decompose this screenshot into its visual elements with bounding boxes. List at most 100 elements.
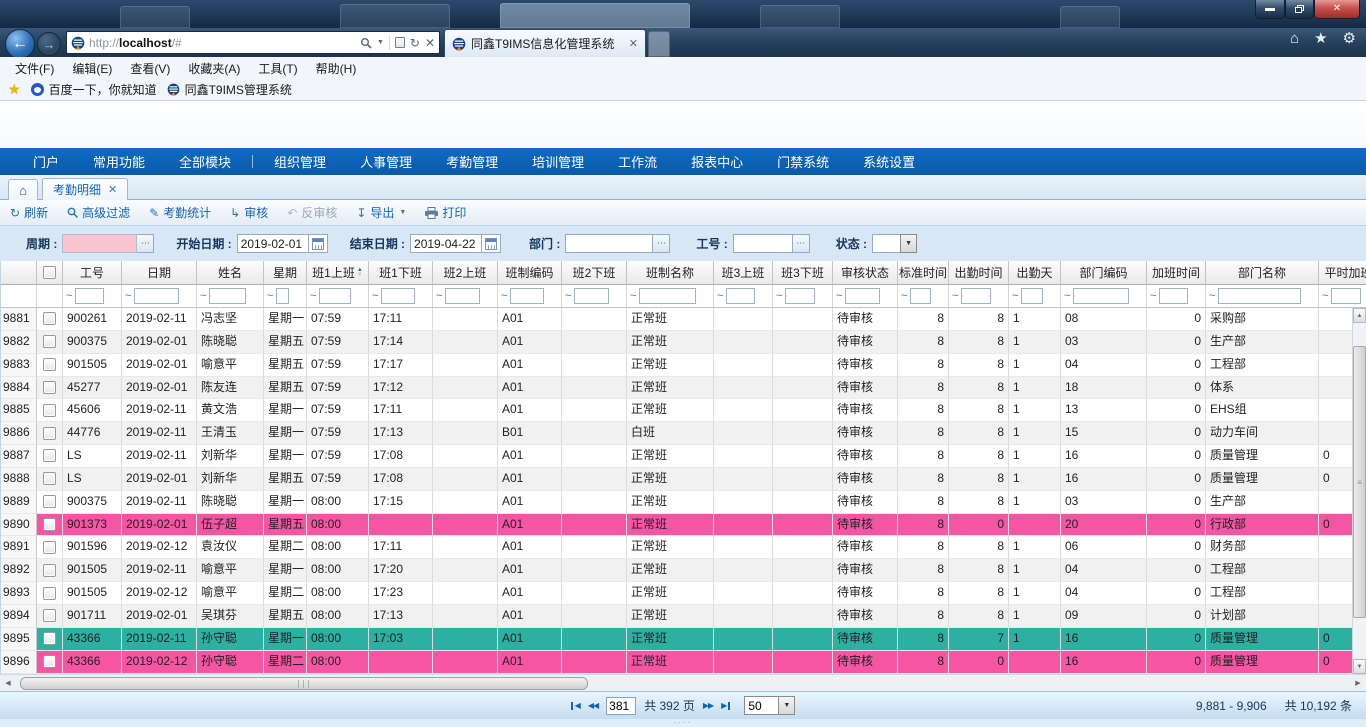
row-checkbox[interactable] bbox=[43, 404, 56, 417]
tab-attendance-detail[interactable]: 考勤明细 ✕ bbox=[42, 178, 128, 200]
row-checkbox[interactable] bbox=[43, 495, 56, 508]
stop-icon[interactable]: ✕ bbox=[425, 36, 435, 50]
export-button[interactable]: ↧导出▼ bbox=[356, 204, 406, 221]
favorite-item-t9ims[interactable]: 同鑫T9IMS管理系统 bbox=[167, 81, 292, 98]
table-row[interactable]: 98929015052019-02-11喻意平星期一08:0017:20A01正… bbox=[1, 559, 1366, 582]
nav-training[interactable]: 培训管理 bbox=[515, 152, 601, 171]
column-filter-input[interactable] bbox=[1218, 288, 1301, 304]
row-checkbox[interactable] bbox=[43, 518, 56, 531]
home-icon[interactable]: ⌂ bbox=[1290, 31, 1299, 46]
table-row[interactable]: 98949017112019-02-01吴琪芬星期五08:0017:13A01正… bbox=[1, 605, 1366, 628]
add-favorite-star-icon[interactable]: ★ bbox=[8, 81, 21, 98]
search-dropdown-icon[interactable]: ▼ bbox=[377, 39, 384, 46]
menu-edit[interactable]: 编辑(E) bbox=[63, 60, 121, 77]
column-header-days[interactable]: 出勤天 bbox=[1009, 261, 1061, 285]
column-header-std[interactable]: 标准时间 bbox=[898, 261, 949, 285]
new-tab-stub[interactable] bbox=[648, 31, 670, 57]
table-row[interactable]: 9886447762019-02-11王清玉星期一07:5917:13B01白班… bbox=[1, 422, 1366, 445]
department-lookup-button[interactable]: ⋯ bbox=[653, 234, 670, 253]
column-header-name[interactable]: 姓名 bbox=[197, 261, 264, 285]
row-checkbox[interactable] bbox=[43, 381, 56, 394]
nav-common-functions[interactable]: 常用功能 bbox=[76, 152, 162, 171]
select-all-checkbox[interactable] bbox=[43, 266, 56, 279]
table-row[interactable]: 98919015962019-02-12袁汝仪星期二08:0017:11A01正… bbox=[1, 536, 1366, 559]
tab-close-icon[interactable]: ✕ bbox=[108, 183, 117, 196]
column-filter-input[interactable] bbox=[910, 288, 931, 304]
table-row[interactable]: 9884452772019-02-01陈友连星期五07:5917:12A01正常… bbox=[1, 377, 1366, 400]
row-checkbox[interactable] bbox=[43, 609, 56, 622]
column-header-ot[interactable]: 加班时间 bbox=[1147, 261, 1206, 285]
column-filter-input[interactable] bbox=[75, 288, 104, 304]
start-date-calendar-button[interactable] bbox=[309, 234, 328, 253]
row-checkbox[interactable] bbox=[43, 335, 56, 348]
nav-system-settings[interactable]: 系统设置 bbox=[846, 152, 932, 171]
column-filter-input[interactable] bbox=[319, 288, 351, 304]
column-header-flat_ot[interactable]: 平时加班 bbox=[1319, 261, 1366, 285]
compatibility-view-icon[interactable] bbox=[395, 37, 405, 48]
column-header-out3[interactable]: 班3下班 bbox=[773, 261, 833, 285]
page-number-input[interactable] bbox=[606, 697, 636, 715]
column-header-in1[interactable]: 班1上班▲▼ bbox=[307, 261, 369, 285]
audit-button[interactable]: ↳审核 bbox=[230, 204, 268, 221]
column-filter-input[interactable] bbox=[209, 288, 246, 304]
window-minimize-button[interactable]: ▬ bbox=[1255, 0, 1285, 19]
column-filter-input[interactable] bbox=[961, 288, 991, 304]
table-row[interactable]: 9888LS2019-02-01刘新华星期五07:5917:08A01正常班待审… bbox=[1, 468, 1366, 491]
row-checkbox[interactable] bbox=[43, 655, 56, 668]
nav-all-modules[interactable]: 全部模块 bbox=[162, 152, 248, 171]
table-row[interactable]: 98899003752019-02-11陈晓聪星期一08:0017:15A01正… bbox=[1, 491, 1366, 514]
attendance-stats-button[interactable]: ✎考勤统计 bbox=[149, 204, 211, 221]
column-filter-input[interactable] bbox=[276, 288, 289, 304]
menu-favorites[interactable]: 收藏夹(A) bbox=[179, 60, 249, 77]
tab-close-icon[interactable]: ✕ bbox=[629, 37, 638, 50]
employee-id-input[interactable] bbox=[733, 234, 793, 253]
row-checkbox[interactable] bbox=[43, 312, 56, 325]
table-row[interactable]: 9896433662019-02-12孙守聪星期二08:00A01正常班待审核8… bbox=[1, 651, 1366, 674]
page-size-dropdown-button[interactable]: ▼ bbox=[778, 696, 795, 715]
favorites-star-icon[interactable]: ★ bbox=[1314, 31, 1327, 46]
table-row[interactable]: 9895433662019-02-11孙守聪星期一08:0017:03A01正常… bbox=[1, 628, 1366, 651]
column-header-shift[interactable]: 班制名称 bbox=[627, 261, 714, 285]
start-date-input[interactable] bbox=[237, 234, 309, 253]
column-filter-input[interactable] bbox=[510, 288, 544, 304]
employee-id-lookup-button[interactable]: ⋯ bbox=[793, 234, 810, 253]
nav-portal[interactable]: 门户 bbox=[16, 152, 76, 171]
row-checkbox[interactable] bbox=[43, 541, 56, 554]
menu-file[interactable]: 文件(F) bbox=[6, 60, 63, 77]
browser-back-button[interactable]: ← bbox=[5, 29, 35, 59]
refresh-button[interactable]: ↻刷新 bbox=[10, 204, 48, 221]
nav-reports[interactable]: 报表中心 bbox=[674, 152, 760, 171]
column-filter-input[interactable] bbox=[845, 288, 880, 304]
vertical-scrollbar[interactable]: ▲ ≡ ▼ bbox=[1352, 308, 1366, 674]
column-filter-input[interactable] bbox=[639, 288, 696, 304]
table-row[interactable]: 98909013732019-02-01伍子超星期五08:00A01正常班待审核… bbox=[1, 514, 1366, 537]
end-date-calendar-button[interactable] bbox=[482, 234, 501, 253]
previous-page-button[interactable]: ◀◀ bbox=[588, 702, 598, 710]
row-checkbox[interactable] bbox=[43, 564, 56, 577]
column-header-dept[interactable]: 部门名称 bbox=[1206, 261, 1319, 285]
column-filter-input[interactable] bbox=[1159, 288, 1188, 304]
column-header-code[interactable]: 班制编码 bbox=[498, 261, 562, 285]
column-header-in2[interactable]: 班2上班 bbox=[433, 261, 498, 285]
column-header-id[interactable]: 工号 bbox=[63, 261, 122, 285]
column-header-in3[interactable]: 班3上班 bbox=[714, 261, 773, 285]
column-header-date[interactable]: 日期 bbox=[122, 261, 197, 285]
column-header-att[interactable]: 出勤时间 bbox=[949, 261, 1009, 285]
menu-help[interactable]: 帮助(H) bbox=[307, 60, 366, 77]
browser-forward-button[interactable]: → bbox=[37, 32, 61, 56]
page-size-value[interactable] bbox=[744, 696, 778, 715]
menu-view[interactable]: 查看(V) bbox=[121, 60, 179, 77]
column-header-week[interactable]: 星期 bbox=[264, 261, 307, 285]
last-page-button[interactable]: ▶ bbox=[721, 702, 730, 710]
end-date-input[interactable] bbox=[410, 234, 482, 253]
window-close-button[interactable]: ✕ bbox=[1314, 0, 1360, 19]
row-checkbox[interactable] bbox=[43, 449, 56, 462]
row-checkbox[interactable] bbox=[43, 587, 56, 600]
scroll-right-button[interactable]: ▶ bbox=[1350, 676, 1366, 691]
status-select-value[interactable] bbox=[872, 234, 900, 253]
row-checkbox[interactable] bbox=[43, 632, 56, 645]
period-input[interactable] bbox=[62, 234, 137, 253]
status-dropdown-button[interactable]: ▼ bbox=[900, 234, 917, 253]
vertical-scrollbar-thumb[interactable]: ≡ bbox=[1353, 346, 1366, 618]
column-header-out1[interactable]: 班1下班 bbox=[369, 261, 433, 285]
